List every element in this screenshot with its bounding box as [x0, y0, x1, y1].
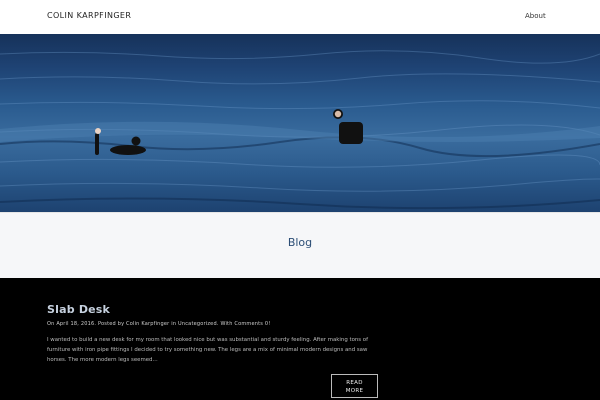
nav-item-about[interactable]: About: [525, 12, 546, 20]
blog-section: Blog: [0, 212, 600, 280]
site-title[interactable]: COLIN KARPFINGER: [47, 11, 131, 20]
read-more-line-1: READ: [346, 380, 363, 386]
category-link[interactable]: Uncategorized: [178, 321, 217, 327]
post-title-link[interactable]: Slab Desk: [47, 303, 110, 316]
read-more-line-2: MORE: [345, 388, 364, 394]
meta-posted-by: Posted by: [98, 321, 125, 327]
hero-image: [0, 34, 600, 212]
post-date-link[interactable]: April 18, 2016: [56, 321, 94, 327]
surfers-in-ocean-photo: [0, 50, 600, 210]
meta-in: in: [171, 321, 177, 327]
post-meta: On April 18, 2016. Posted by Colin Karpf…: [47, 321, 271, 327]
meta-prefix: On: [47, 321, 55, 327]
comments-link[interactable]: With Comments 0!: [220, 321, 270, 327]
page-title: Blog: [287, 236, 313, 249]
site-header: COLIN KARPFINGER About: [0, 0, 600, 34]
post-excerpt: I wanted to build a new desk for my room…: [47, 337, 369, 363]
read-more-button[interactable]: READ MORE: [331, 374, 378, 398]
author-link[interactable]: Colin Karpfinger: [126, 321, 169, 327]
post-card: Slab Desk On April 18, 2016. Posted by C…: [0, 278, 600, 400]
